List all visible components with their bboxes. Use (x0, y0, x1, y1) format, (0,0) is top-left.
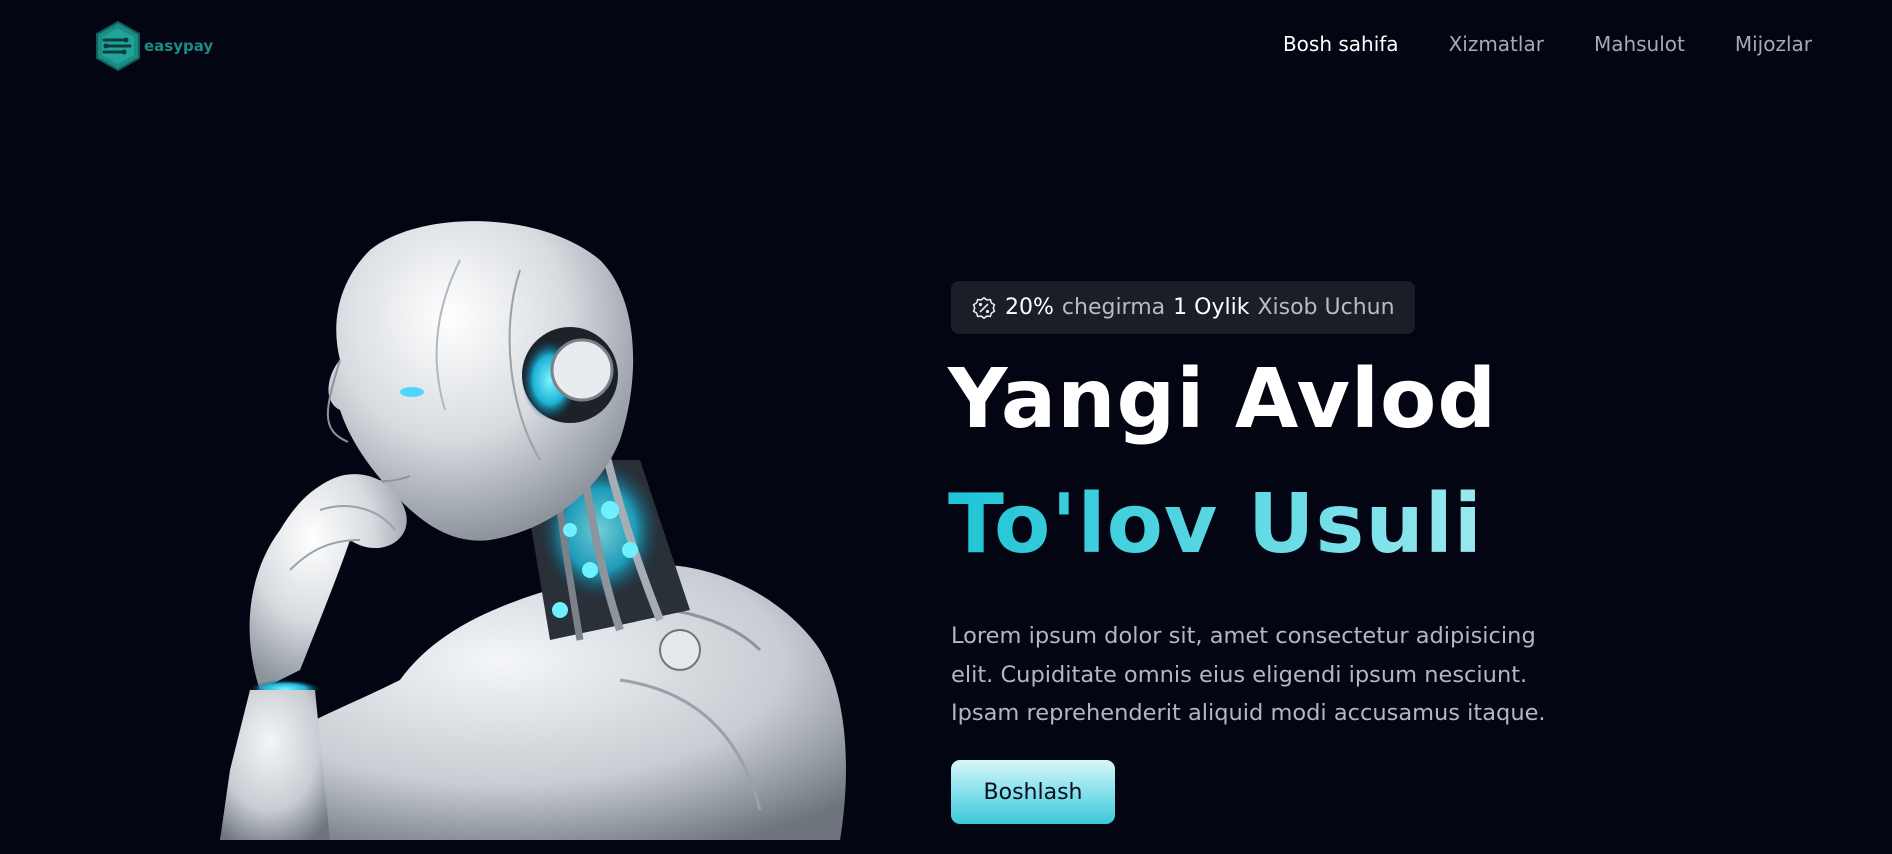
percent-badge-icon (971, 295, 997, 321)
hero-description: Lorem ipsum dolor sit, amet consectetur … (951, 623, 1546, 726)
start-button[interactable]: Boshlash (951, 760, 1115, 824)
badge-text-1: chegirma (1061, 295, 1166, 320)
nav-link-clients[interactable]: Mijozlar (1735, 32, 1812, 56)
robot-thinking-icon (220, 221, 846, 840)
hero-title-line-2: To'lov Usuli (948, 477, 1483, 572)
badge-period: 1 Oylik (1173, 295, 1250, 320)
main-nav: Bosh sahifa Xizmatlar Mahsulot Mijozlar (1283, 32, 1812, 56)
nav-link-services[interactable]: Xizmatlar (1449, 32, 1544, 56)
logo-hexagon-icon (96, 20, 140, 72)
logo-text: easypay (144, 37, 214, 55)
hero-title-line-1: Yangi Avlod (948, 352, 1498, 447)
nav-link-home[interactable]: Bosh sahifa (1283, 32, 1399, 56)
logo[interactable]: easypay (94, 20, 213, 72)
badge-text-2: Xisob Uchun (1257, 295, 1395, 320)
discount-badge: 20% chegirma 1 Oylik Xisob Uchun (951, 281, 1415, 334)
badge-percent: 20% (1005, 295, 1054, 320)
landing-page: easypay Bosh sahifa Xizmatlar Mahsulot M… (0, 0, 1892, 854)
nav-link-product[interactable]: Mahsulot (1594, 32, 1685, 56)
